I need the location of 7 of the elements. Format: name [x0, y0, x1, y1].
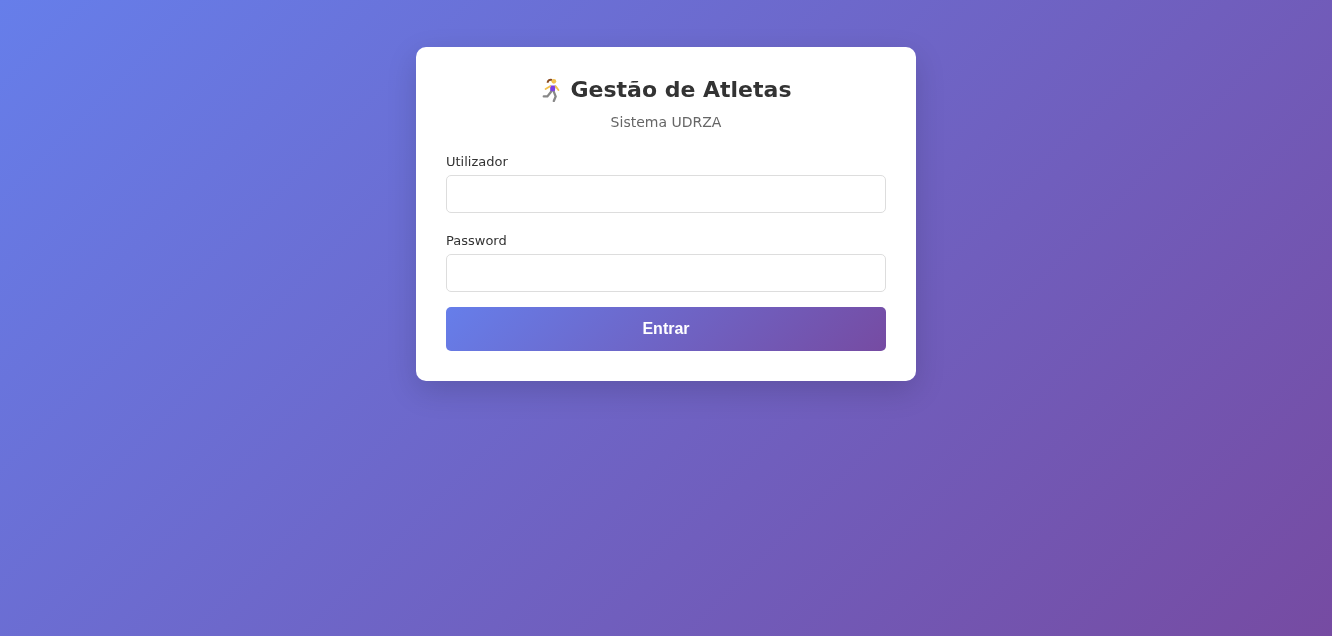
field-label: Utilizador: [446, 154, 508, 169]
input-field[interactable]: [446, 175, 886, 213]
field-label: Password: [446, 233, 507, 248]
app-title: Gestão de Atletas: [570, 77, 792, 102]
submit-button[interactable]: Entrar: [446, 307, 886, 351]
input-field[interactable]: [446, 254, 886, 292]
app-subtitle: Sistema UDRZA: [609, 114, 723, 130]
